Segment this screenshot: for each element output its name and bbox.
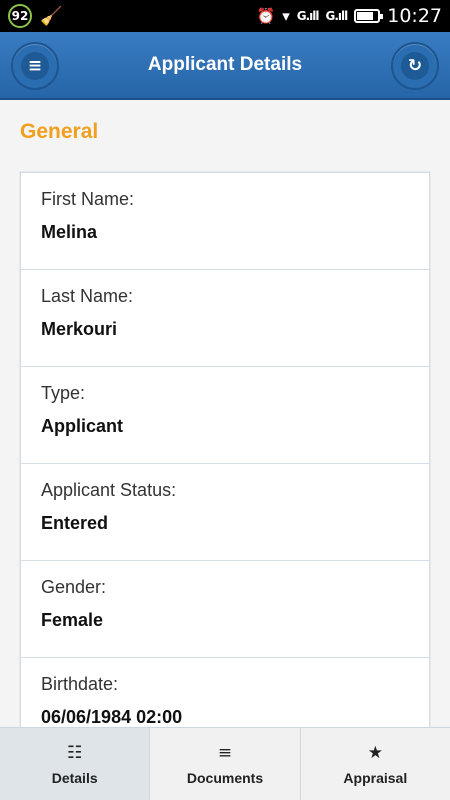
tab-label: Appraisal (343, 770, 408, 786)
page-title: Applicant Details (147, 54, 303, 75)
field-first-name: First Name: Melina (21, 173, 429, 270)
field-label: Applicant Status: (41, 480, 177, 500)
list-icon: ≡ (217, 743, 233, 763)
field-value: 06/06/1984 02:00 (41, 707, 183, 727)
wifi-icon: ▾ (282, 7, 290, 25)
star-icon: ★ (367, 743, 383, 763)
refresh-button[interactable]: ↻ (391, 42, 439, 90)
status-left: 92 🧹 (8, 4, 62, 28)
content-area[interactable]: General First Name: Melina Last Name: Me… (0, 100, 450, 727)
tab-documents[interactable]: ≡ Documents (150, 728, 301, 800)
notification-badge: 92 (8, 4, 32, 28)
field-gender: Gender: Female (21, 561, 429, 658)
tab-details[interactable]: ☷ Details (0, 728, 151, 800)
menu-icon: ≡ (21, 52, 49, 80)
signal-strength-2: G.ıll (325, 9, 348, 23)
status-time: 10:27 (387, 5, 442, 27)
field-value: Merkouri (41, 319, 118, 339)
field-label: First Name: (41, 189, 135, 209)
app-header: ≡ Applicant Details ↻ (0, 32, 450, 100)
section-title-general: General (20, 120, 99, 143)
cleaner-icon: 🧹 (40, 5, 63, 26)
alarm-icon: ⏰ (256, 7, 276, 25)
bottom-nav: ☷ Details ≡ Documents ★ Appraisal (0, 727, 450, 800)
field-value: Female (41, 610, 104, 630)
tab-appraisal[interactable]: ★ Appraisal (301, 728, 450, 800)
field-last-name: Last Name: Merkouri (21, 270, 429, 367)
battery-icon (354, 9, 384, 23)
field-applicant-status: Applicant Status: Entered (21, 464, 429, 561)
field-birthdate: Birthdate: 06/06/1984 02:00 (21, 658, 429, 727)
details-card: First Name: Melina Last Name: Merkouri T… (20, 172, 430, 727)
tab-label: Documents (186, 770, 264, 786)
field-type: Type: Applicant (21, 367, 429, 464)
menu-button[interactable]: ≡ (11, 42, 59, 90)
refresh-icon: ↻ (401, 52, 429, 80)
status-right: ⏰ ▾ G.ıll G.ıll 10:27 (257, 5, 442, 27)
field-label: Last Name: (41, 286, 134, 306)
tab-label: Details (51, 770, 98, 786)
grid-icon: ☷ (67, 743, 83, 763)
signal-strength-1: G.ıll (296, 9, 320, 23)
field-value: Applicant (41, 416, 124, 436)
field-value: Melina (41, 222, 98, 242)
field-label: Type: (41, 383, 86, 403)
field-value: Entered (41, 513, 109, 533)
status-bar: 92 🧹 ⏰ ▾ G.ıll G.ıll 10:27 (0, 0, 450, 32)
field-label: Gender: (41, 577, 107, 597)
field-label: Birthdate: (41, 674, 119, 694)
